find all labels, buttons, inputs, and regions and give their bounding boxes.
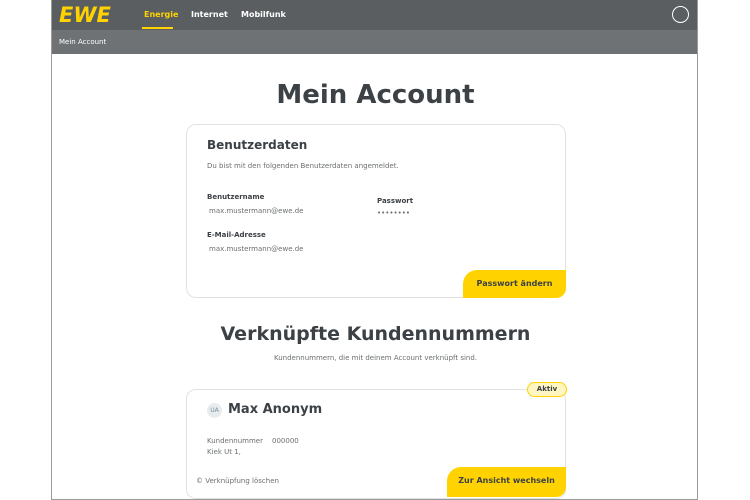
breadcrumb[interactable]: Mein Account [59,38,106,47]
unlink-button[interactable]: © Verknüpfung löschen [196,477,279,486]
avatar: UA [207,403,222,418]
password-label: Passwort [377,197,414,205]
browser-frame: EWE Energie Internet Mobilfunk Mein Acco… [51,0,698,500]
username-value: max.mustermann@ewe.de [209,207,304,215]
customer-number-label: Kundennummer [207,437,263,445]
customer-card: Aktiv UA Max Anonym Kundennummer 000000 … [186,382,567,499]
linked-numbers-title: Verknüpfte Kundennummern [220,323,531,345]
nav-item-mobilfunk[interactable]: Mobilfunk [241,10,286,20]
switch-view-button[interactable]: Zur Ansicht wechseln [447,467,566,497]
nav-item-energie[interactable]: Energie [144,10,178,20]
nav-active-underline [142,27,173,29]
nav-item-internet[interactable]: Internet [191,10,228,20]
user-circle-icon[interactable] [672,6,689,23]
status-badge: Aktiv [527,382,567,397]
customer-address: Kiek Ut 1, [207,448,241,456]
customer-name: Max Anonym [228,402,323,417]
ewe-logo[interactable]: EWE [59,3,111,27]
email-label: E-Mail-Adresse [207,231,266,239]
password-value: •••••••• [377,209,411,217]
change-password-button[interactable]: Passwort ändern [463,270,566,298]
user-data-card: Benutzerdaten Du bist mit den folgenden … [186,124,566,298]
email-value: max.mustermann@ewe.de [209,245,304,253]
page-title: Mein Account [276,80,475,110]
user-data-title: Benutzerdaten [207,138,308,152]
username-label: Benutzername [207,193,265,201]
top-navigation-bar: EWE Energie Internet Mobilfunk [52,0,697,30]
customer-number-value: 000000 [272,437,299,445]
user-data-subtitle: Du bist mit den folgenden Benutzerdaten … [207,162,399,170]
breadcrumb-bar: Mein Account [52,30,697,54]
linked-numbers-subtitle: Kundennummern, die mit deinem Account ve… [273,354,478,362]
